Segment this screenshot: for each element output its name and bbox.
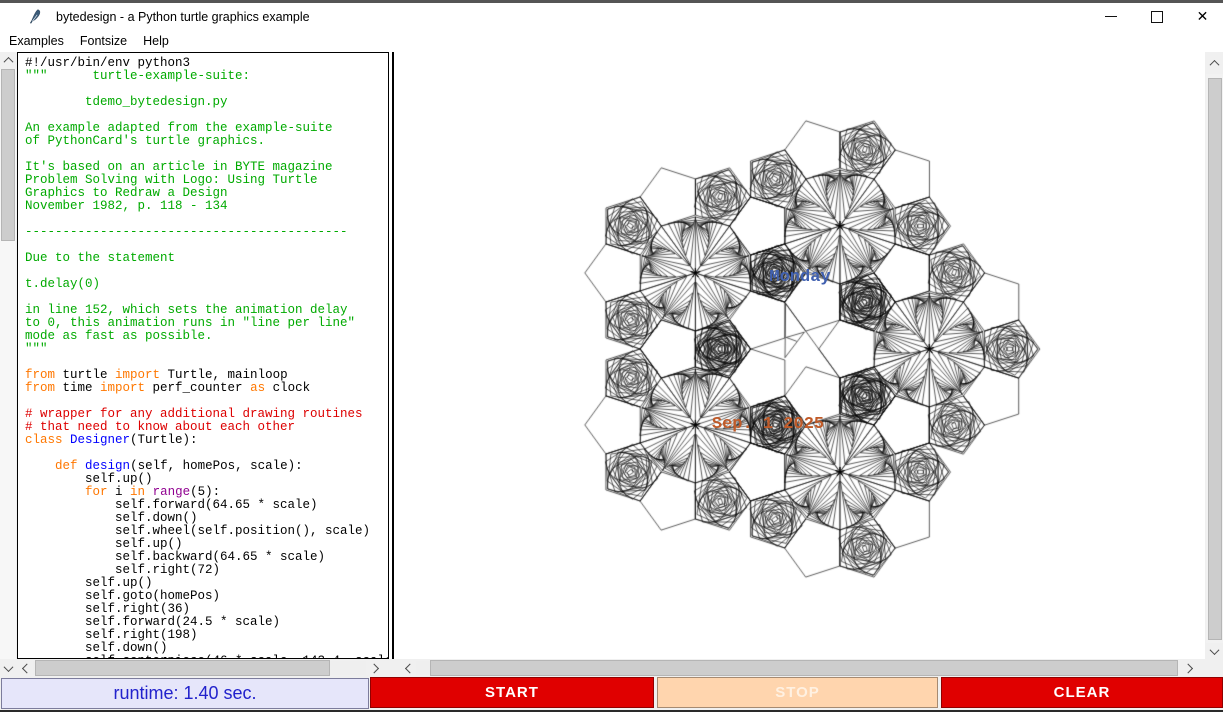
turtledemo-window: bytedesign - a Python turtle graphics ex… bbox=[0, 0, 1223, 712]
stop-button[interactable]: STOP bbox=[657, 677, 938, 708]
runtime-label: runtime: 1.40 sec. bbox=[1, 678, 369, 709]
window-icon bbox=[28, 9, 43, 24]
code-lines: #!/usr/bin/env python3""" turtle-example… bbox=[18, 53, 388, 659]
code-line: tdemo_bytedesign.py bbox=[25, 96, 388, 109]
code-line: mode as fast as possible. bbox=[25, 330, 388, 343]
start-button[interactable]: START bbox=[370, 677, 654, 708]
maximize-icon[interactable] bbox=[1150, 10, 1163, 23]
canvas-vscrollbar-thumb[interactable] bbox=[1208, 78, 1222, 640]
code-line: from time import perf_counter as clock bbox=[25, 382, 388, 395]
pane-divider bbox=[392, 52, 394, 659]
canvas-scroll-up-arrow[interactable] bbox=[1206, 52, 1223, 74]
code-line: Due to the statement bbox=[25, 252, 388, 265]
title-bar[interactable]: bytedesign - a Python turtle graphics ex… bbox=[0, 3, 1223, 30]
menu-fontsize[interactable]: Fontsize bbox=[73, 32, 134, 50]
code-line: November 1982, p. 118 - 134 bbox=[25, 200, 388, 213]
close-icon[interactable]: ✕ bbox=[1196, 10, 1209, 23]
code-line: t.delay(0) bbox=[25, 278, 388, 291]
source-code-pane[interactable]: #!/usr/bin/env python3""" turtle-example… bbox=[17, 52, 389, 659]
window-title: bytedesign - a Python turtle graphics ex… bbox=[56, 10, 310, 24]
code-scroll-right-arrow[interactable] bbox=[367, 659, 383, 677]
date-text: Sep. 1 2025 bbox=[712, 415, 824, 434]
minimize-icon[interactable] bbox=[1104, 10, 1117, 23]
code-hscrollbar-thumb[interactable] bbox=[35, 660, 330, 676]
window-controls: ✕ bbox=[1104, 3, 1209, 30]
code-vscrollbar-thumb[interactable] bbox=[1, 69, 15, 241]
status-bar: runtime: 1.40 sec. START STOP CLEAR bbox=[0, 677, 1223, 710]
canvas-scroll-down-arrow[interactable] bbox=[1206, 643, 1223, 659]
menu-bar: Examples Fontsize Help bbox=[0, 30, 1223, 52]
code-scroll-down-arrow[interactable] bbox=[0, 659, 16, 677]
code-line: of PythonCard's turtle graphics. bbox=[25, 135, 388, 148]
code-scroll-left-arrow[interactable] bbox=[18, 659, 33, 677]
menu-examples[interactable]: Examples bbox=[2, 32, 71, 50]
graphics-area: Monday Sep. 1 2025 bbox=[397, 52, 1205, 659]
menu-help[interactable]: Help bbox=[136, 32, 176, 50]
canvas-scroll-right-arrow[interactable] bbox=[1181, 659, 1197, 677]
canvas-scroll-left-arrow[interactable] bbox=[401, 659, 416, 677]
code-scroll-up-arrow[interactable] bbox=[0, 52, 16, 69]
turtle-canvas bbox=[397, 52, 1205, 659]
code-line: """ turtle-example-suite: bbox=[25, 70, 388, 83]
code-line: class Designer(Turtle): bbox=[25, 434, 388, 447]
code-line: ----------------------------------------… bbox=[25, 226, 388, 239]
code-line: """ bbox=[25, 343, 388, 356]
canvas-hscrollbar-thumb[interactable] bbox=[430, 660, 1178, 676]
clear-button[interactable]: CLEAR bbox=[941, 677, 1223, 708]
weekday-text: Monday bbox=[769, 268, 830, 287]
